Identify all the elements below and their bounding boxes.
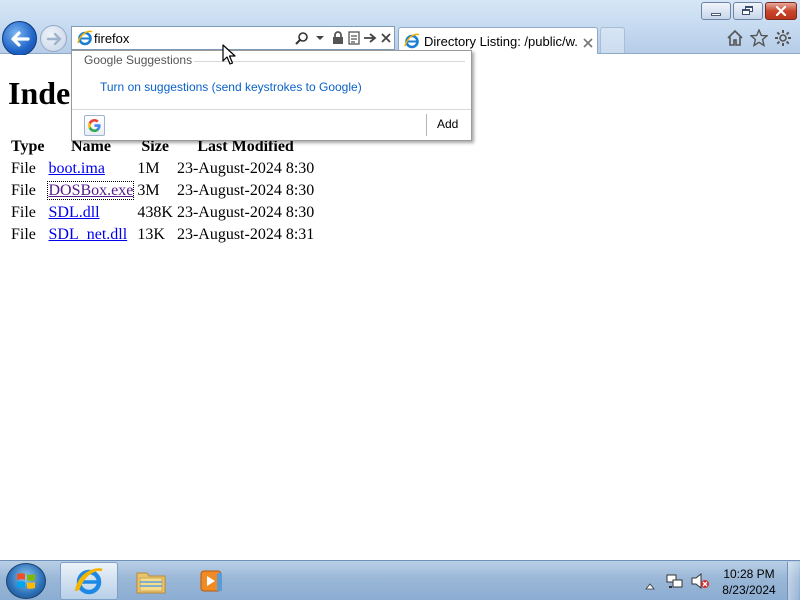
file-type: File <box>11 160 36 177</box>
divider <box>426 114 427 136</box>
file-size: 438K <box>137 204 173 221</box>
taskbar-windows-media-player[interactable] <box>182 562 240 600</box>
gear-icon[interactable] <box>773 28 793 48</box>
new-tab-button[interactable] <box>600 27 625 53</box>
maximize-button[interactable] <box>733 2 763 20</box>
minimize-icon <box>711 12 721 16</box>
file-size: 3M <box>137 182 160 199</box>
file-type: File <box>11 226 36 243</box>
google-icon[interactable] <box>84 115 105 136</box>
mouse-cursor-icon <box>222 44 236 65</box>
stop-icon[interactable] <box>378 30 394 46</box>
file-link[interactable]: DOSBox.exe <box>47 181 135 200</box>
turn-on-suggestions-link[interactable]: Turn on suggestions (send keystrokes to … <box>100 80 362 94</box>
ie-page-icon <box>77 30 93 50</box>
taskbar-internet-explorer[interactable] <box>60 562 118 600</box>
windows-logo-icon <box>17 573 35 589</box>
show-desktop-button[interactable] <box>787 562 799 600</box>
home-icon[interactable] <box>725 28 745 48</box>
internet-explorer-icon <box>74 568 103 595</box>
clock-time[interactable]: 10:28 PM <box>718 567 780 581</box>
search-icon[interactable] <box>294 30 310 46</box>
restore-icon <box>742 6 754 16</box>
close-button[interactable] <box>765 2 797 20</box>
tab-title: Directory Listing: /public/w... <box>424 34 579 49</box>
lock-icon[interactable] <box>330 30 346 46</box>
favorites-star-icon[interactable] <box>749 28 769 48</box>
table-row: File boot.ima 1M 23-August-2024 8:30 <box>10 159 315 179</box>
file-size: 1M <box>137 160 160 177</box>
suggestions-footer: Add <box>72 109 471 140</box>
file-link[interactable]: SDL_net.dll <box>48 226 127 243</box>
compatibility-view-icon[interactable] <box>346 30 362 46</box>
tab-close-icon[interactable] <box>582 34 594 53</box>
back-button[interactable] <box>2 21 37 56</box>
chevron-down-icon[interactable] <box>312 30 328 46</box>
file-modified: 23-August-2024 8:30 <box>176 182 315 199</box>
close-icon <box>775 6 787 16</box>
column-header: Type <box>11 138 45 155</box>
file-link[interactable]: SDL.dll <box>48 204 99 221</box>
network-icon[interactable] <box>666 572 684 594</box>
taskbar-windows-explorer[interactable] <box>122 562 180 600</box>
clock-date[interactable]: 8/23/2024 <box>718 583 780 597</box>
minimize-button[interactable] <box>701 2 731 20</box>
folder-icon <box>136 572 166 594</box>
add-provider-button[interactable]: Add <box>437 117 458 131</box>
arrow-right-icon <box>46 32 61 45</box>
media-player-icon <box>200 570 222 592</box>
file-modified: 23-August-2024 8:31 <box>176 226 315 243</box>
file-type: File <box>11 204 36 221</box>
table-row: File SDL.dll 438K 23-August-2024 8:30 <box>10 203 315 223</box>
address-suggestions-dropdown: Google Suggestions Turn on suggestions (… <box>71 50 472 141</box>
start-button[interactable] <box>6 563 46 599</box>
file-type: File <box>11 182 36 199</box>
taskbar: 10:28 PM 8/23/2024 <box>0 560 800 600</box>
forward-button[interactable] <box>40 25 67 52</box>
go-arrow-icon[interactable] <box>362 30 378 46</box>
directory-table: Type Name Size Last Modified File boot.i… <box>8 135 317 247</box>
table-row: File SDL_net.dll 13K 23-August-2024 8:31 <box>10 225 315 245</box>
show-hidden-icons-icon[interactable] <box>645 575 655 594</box>
table-row: File DOSBox.exe 3M 23-August-2024 8:30 <box>10 181 315 201</box>
suggestions-header: Google Suggestions <box>84 53 193 67</box>
file-link[interactable]: boot.ima <box>48 160 104 177</box>
address-input[interactable] <box>94 29 294 47</box>
file-size: 13K <box>137 226 165 243</box>
arrow-left-icon <box>10 30 30 47</box>
browser-chrome: Directory Listing: /public/w... <box>0 0 800 56</box>
volume-muted-icon[interactable] <box>690 572 710 594</box>
file-modified: 23-August-2024 8:30 <box>176 204 315 221</box>
file-modified: 23-August-2024 8:30 <box>176 160 315 177</box>
page-heading: Inde <box>8 75 71 111</box>
